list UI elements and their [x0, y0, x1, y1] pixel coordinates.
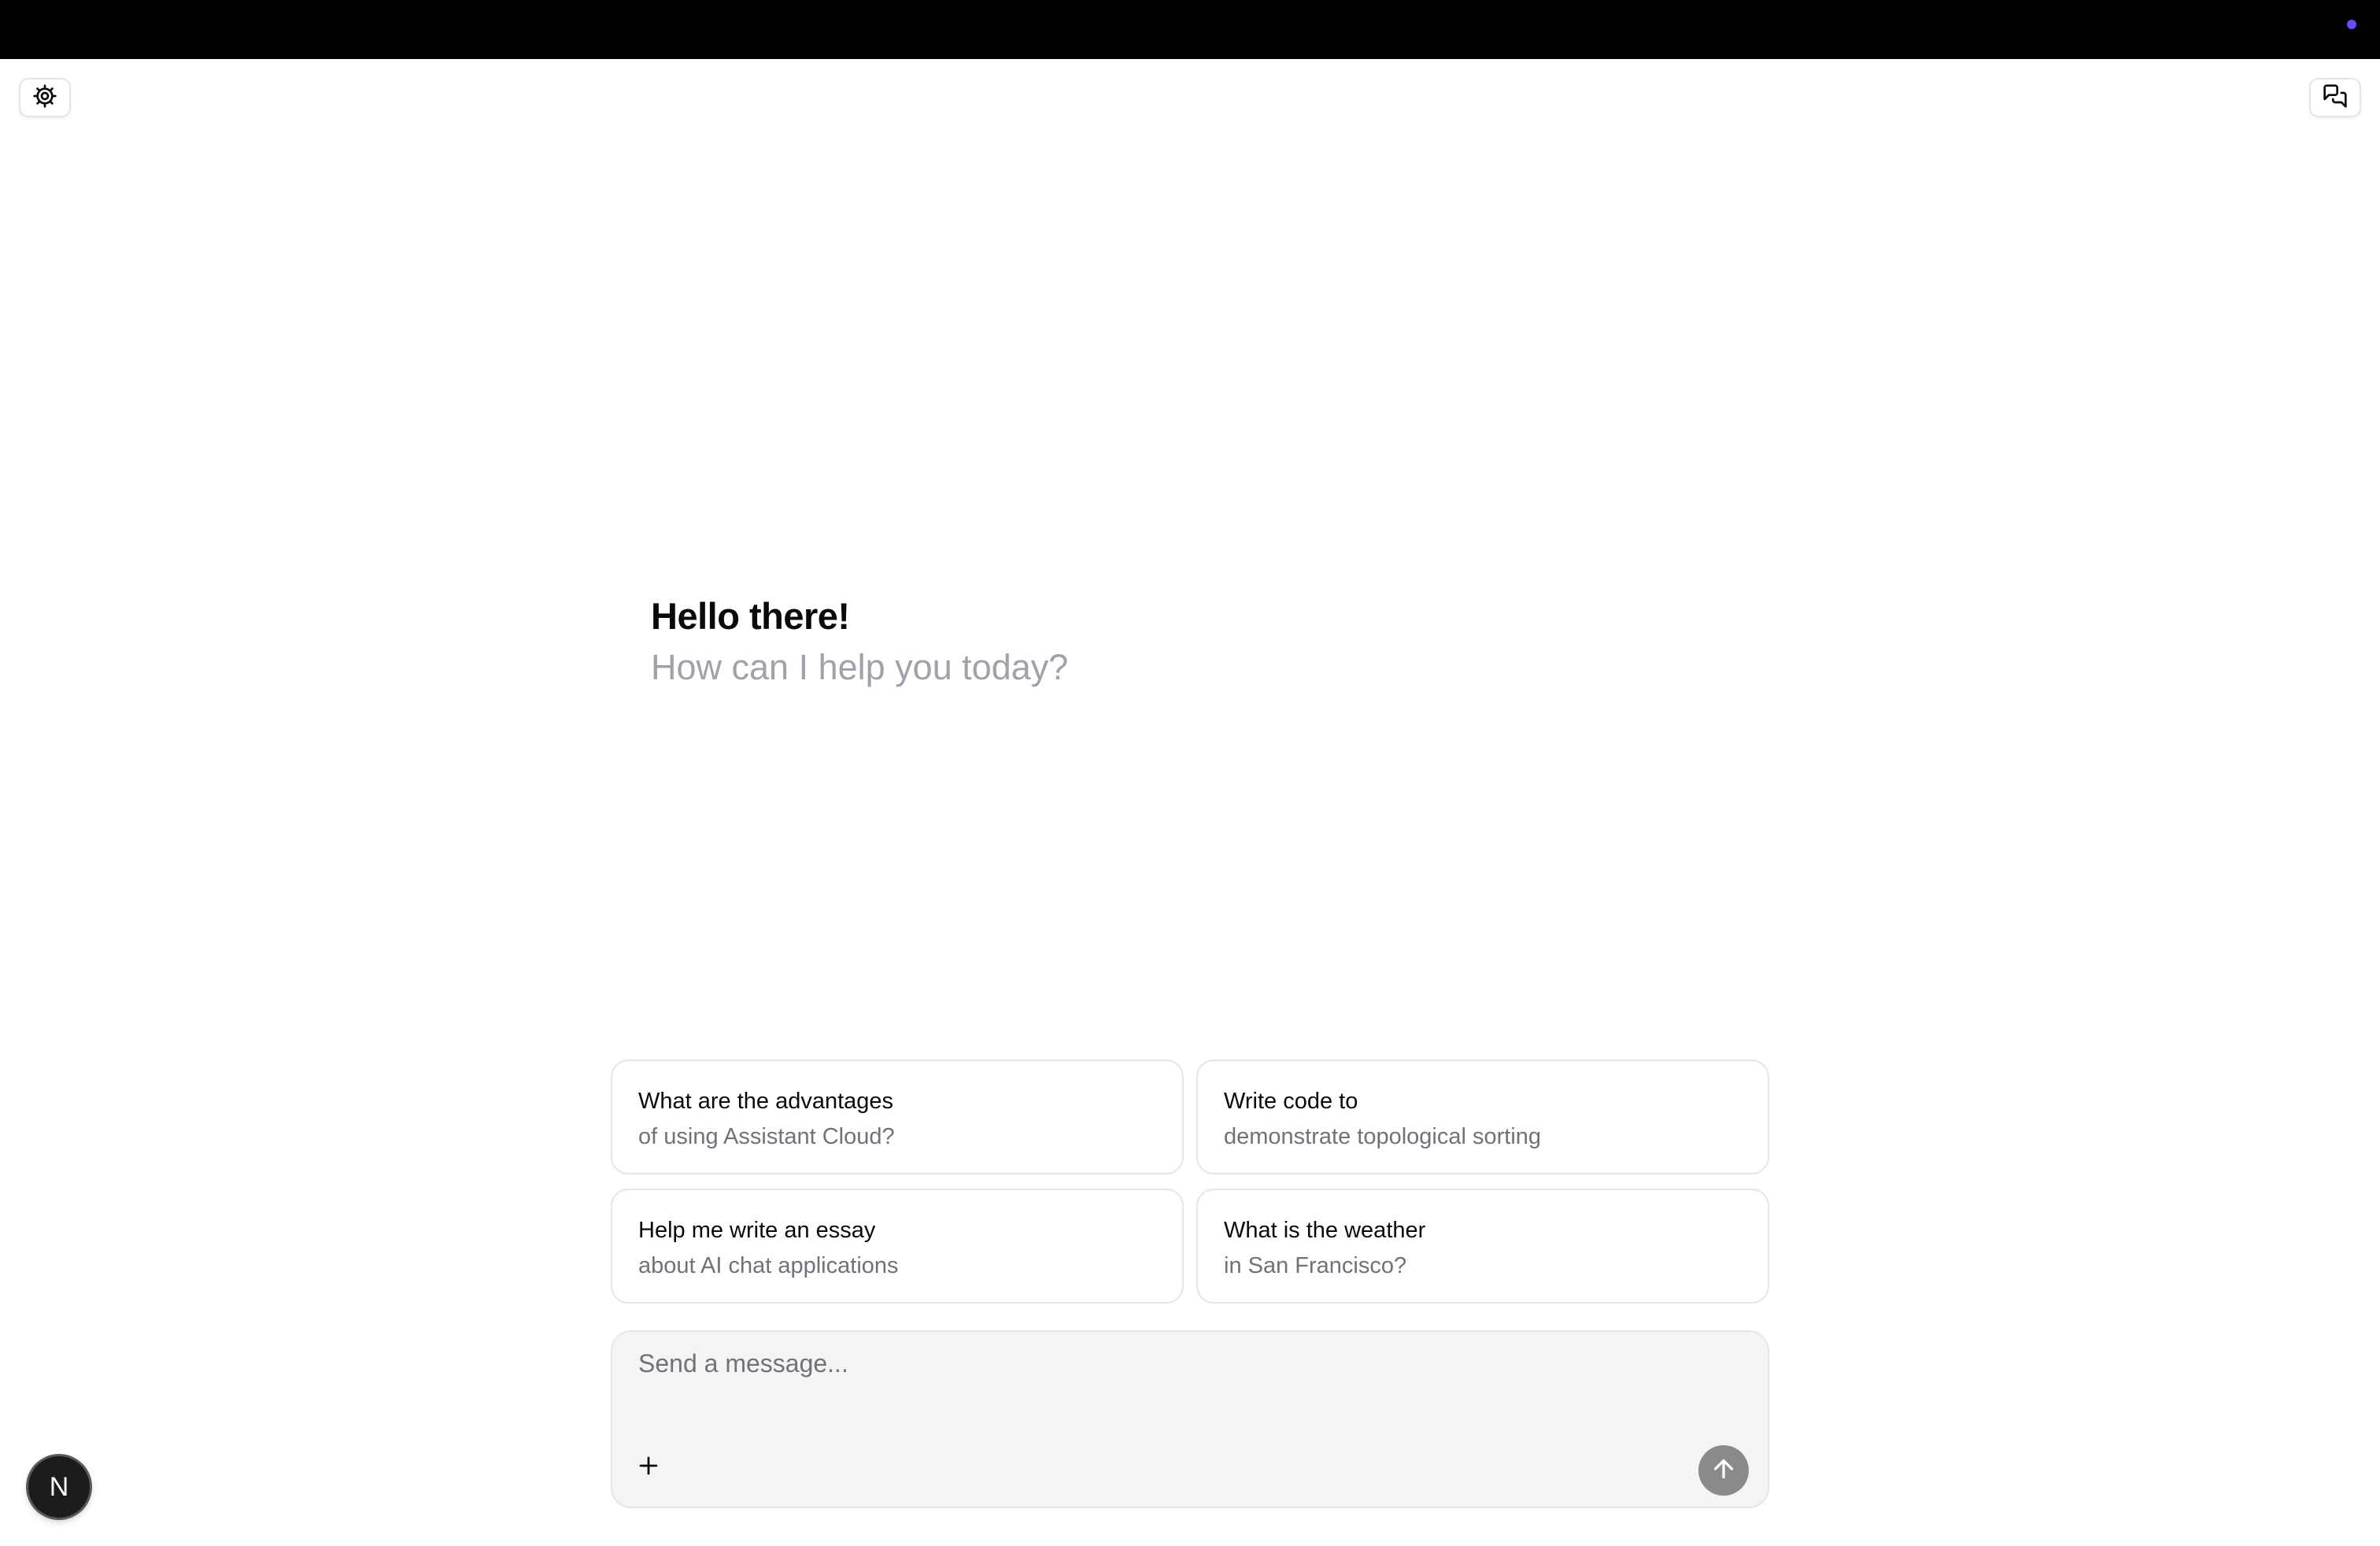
welcome-message: Hello there! How can I help you today? — [651, 590, 1068, 693]
welcome-subtitle: How can I help you today? — [651, 647, 1069, 687]
badge-letter: N — [49, 1471, 69, 1502]
suggestion-card[interactable]: What is the weather in San Francisco? — [1196, 1189, 1769, 1304]
message-input[interactable] — [637, 1348, 1726, 1414]
suggestion-detail: in San Francisco? — [1224, 1253, 1407, 1278]
suggestion-card[interactable]: Help me write an essay about AI chat app… — [611, 1189, 1184, 1304]
welcome-title: Hello there! — [651, 595, 850, 637]
add-attachment-button[interactable] — [631, 1450, 666, 1485]
suggestion-title: Help me write an essay — [638, 1218, 876, 1243]
suggestion-title: What are the advantages — [638, 1089, 894, 1114]
suggestion-card[interactable]: What are the advantages of using Assista… — [611, 1060, 1184, 1174]
chat-bubbles-icon — [2323, 83, 2348, 113]
window-top-bar — [0, 0, 2380, 59]
message-composer — [611, 1330, 1769, 1508]
status-indicator-dot — [2347, 20, 2356, 29]
arrow-up-icon — [1709, 1455, 1738, 1487]
chat-history-button[interactable] — [2309, 78, 2361, 117]
suggestion-title: What is the weather — [1224, 1218, 1426, 1243]
settings-button[interactable] — [19, 78, 71, 117]
suggestion-detail: demonstrate topological sorting — [1224, 1124, 1542, 1149]
suggestion-grid: What are the advantages of using Assista… — [611, 1060, 1769, 1304]
suggestion-detail: about AI chat applications — [638, 1253, 899, 1278]
suggestion-title: Write code to — [1224, 1089, 1358, 1114]
gear-icon — [32, 83, 57, 113]
suggestion-detail: of using Assistant Cloud? — [638, 1124, 895, 1149]
plus-icon — [637, 1454, 660, 1481]
dev-tools-badge[interactable]: N — [28, 1456, 90, 1518]
send-button[interactable] — [1698, 1445, 1749, 1496]
suggestion-card[interactable]: Write code to demonstrate topological so… — [1196, 1060, 1769, 1174]
